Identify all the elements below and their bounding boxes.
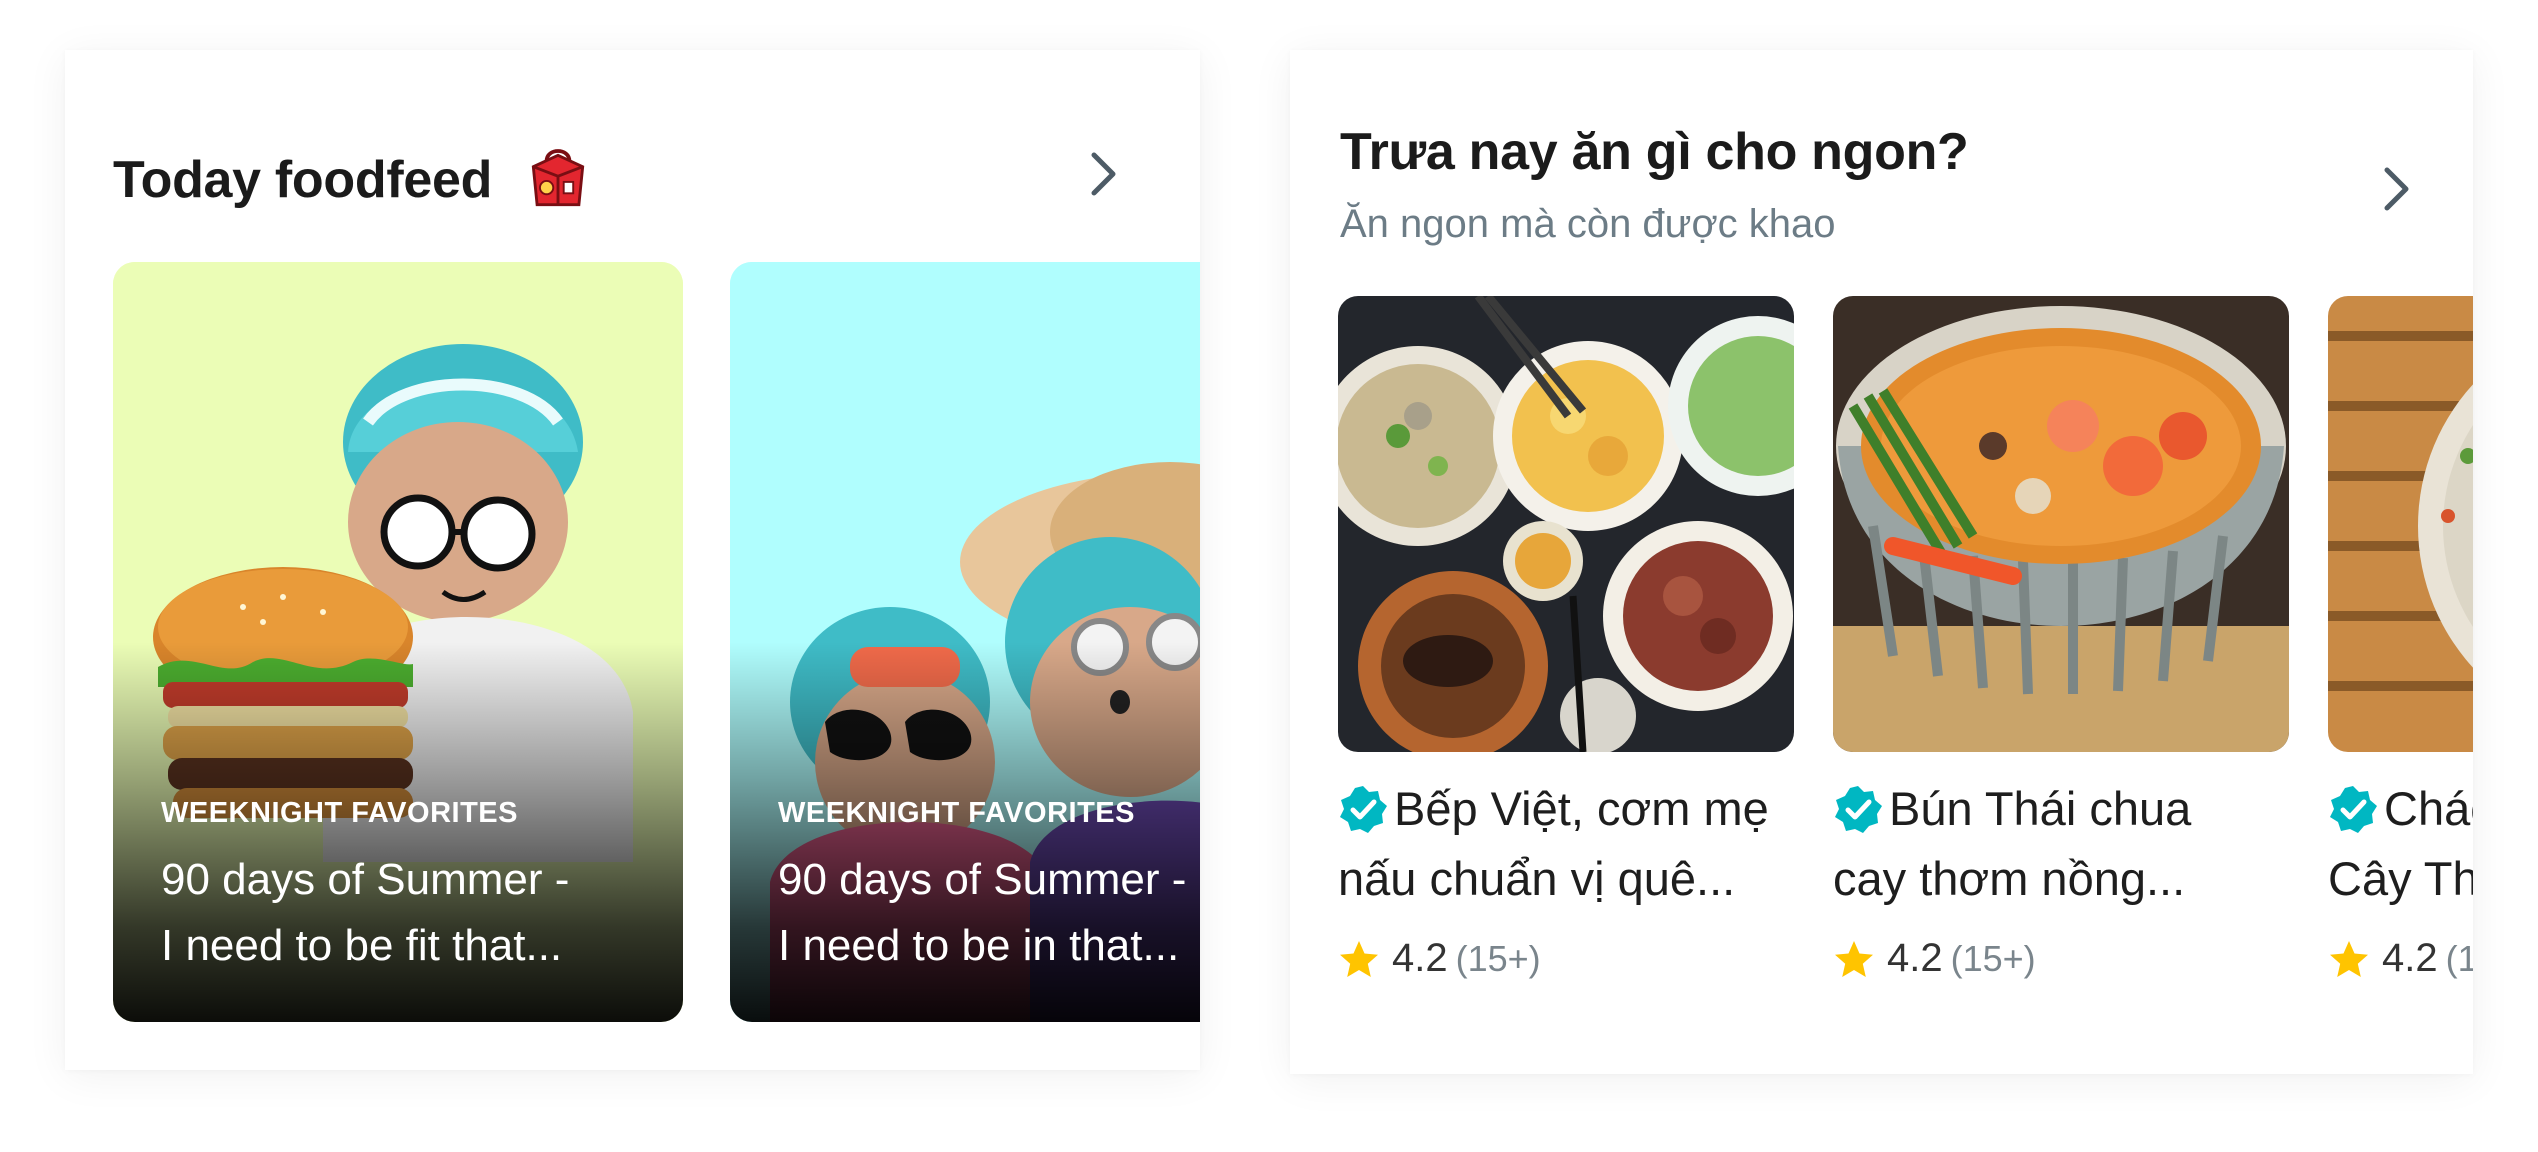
restaurant-card[interactable]: Bếp Việt, cơm mẹ nấu chuẩn vị quê... 4.2… [1338, 296, 1794, 981]
foodfeed-header: Today foodfeed [113, 142, 596, 218]
foodfeed-card[interactable]: WEEKNIGHT FAVORITES 90 days of Summer - … [113, 262, 683, 1022]
rice-porridge-photo [2328, 296, 2473, 752]
lunch-see-all-button[interactable] [2366, 159, 2426, 219]
restaurant-rating: 4.2 (15+) [2328, 936, 2473, 981]
today-foodfeed-section: Today foodfeed WEEKNIGHT FAVORITES 90 da… [65, 50, 1200, 1070]
chevron-right-icon [2384, 167, 2409, 211]
verified-badge-icon [1835, 786, 1882, 833]
vietnamese-meal-photo [1338, 296, 1794, 752]
restaurant-rating: 4.2 (15+) [1338, 936, 1794, 981]
restaurant-rating: 4.2 (15+) [1833, 936, 2289, 981]
restaurant-name: Bún Thái chua cay thơm nồng... [1833, 782, 2192, 905]
star-icon [1835, 940, 1873, 977]
star-icon [2330, 940, 2368, 977]
verified-badge-icon [1340, 786, 1387, 833]
restaurant-name: Bếp Việt, cơm mẹ nấu chuẩn vị quê... [1338, 782, 1769, 905]
foodfeed-see-all-button[interactable] [1073, 144, 1133, 204]
shopping-bag-logo-icon [531, 149, 585, 207]
restaurant-name: Cháo Cây Th [2328, 782, 2473, 905]
section-title: Trưa nay ăn gì cho ngon? [1340, 123, 1969, 181]
thai-noodle-soup-photo [1833, 296, 2289, 752]
chevron-right-icon [1091, 152, 1116, 196]
card-tag: WEEKNIGHT FAVORITES [161, 797, 518, 829]
star-icon [1340, 940, 1378, 977]
lunch-suggestions-section: Trưa nay ăn gì cho ngon? Ăn ngon mà còn … [1290, 50, 2473, 1074]
section-subtitle: Ăn ngon mà còn được khao [1340, 202, 1836, 246]
restaurant-card[interactable]: Cháo Cây Th 4.2 (15+) [2328, 296, 2473, 981]
foodfeed-card[interactable]: WEEKNIGHT FAVORITES 90 days of Summer - … [730, 262, 1200, 1022]
card-headline: 90 days of Summer - I need to be in that… [778, 855, 1187, 970]
card-tag: WEEKNIGHT FAVORITES [778, 797, 1135, 829]
verified-badge-icon [2330, 786, 2377, 833]
card-headline: 90 days of Summer - I need to be fit tha… [161, 855, 570, 970]
section-title: Today foodfeed [113, 151, 493, 209]
restaurant-card[interactable]: Bún Thái chua cay thơm nồng... 4.2 (15+) [1833, 296, 2289, 981]
